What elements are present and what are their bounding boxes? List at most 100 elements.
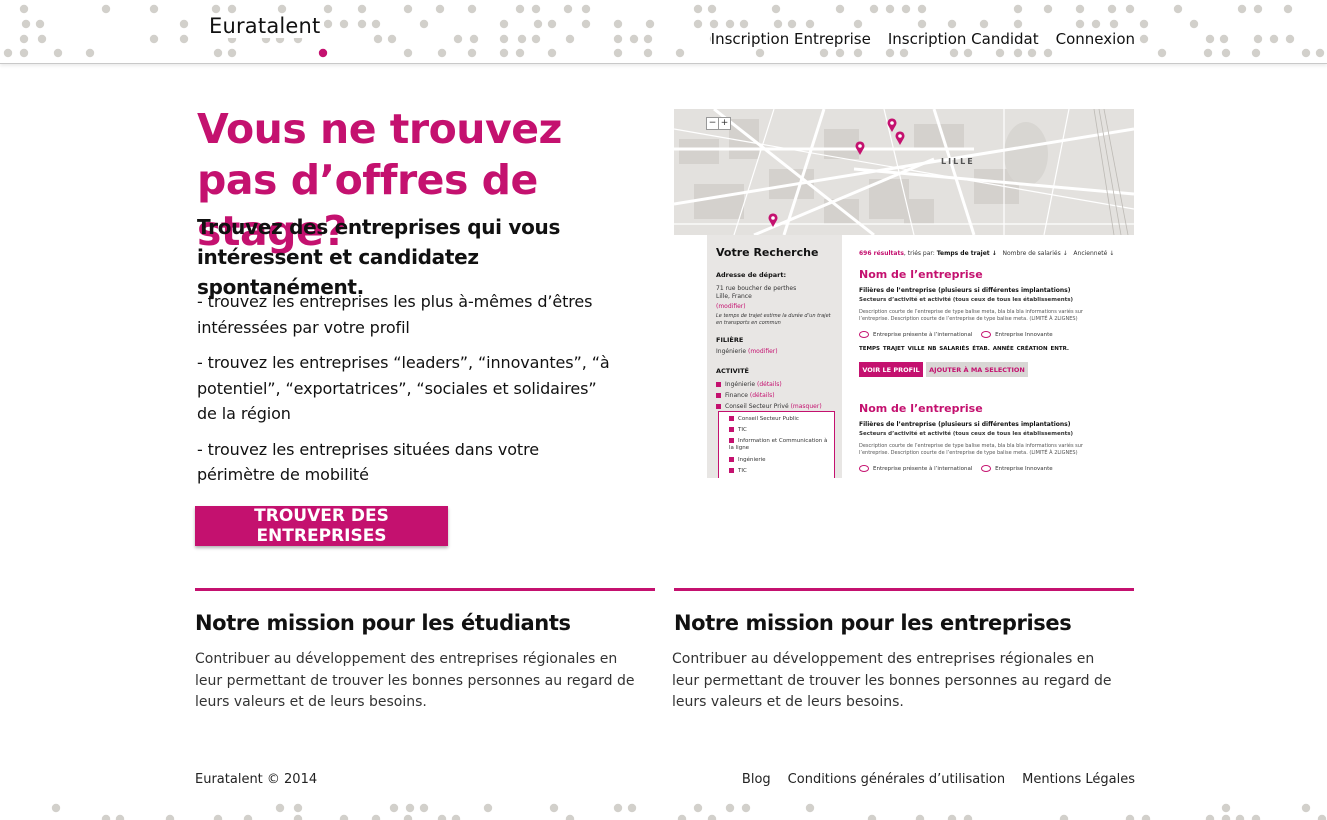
decorative-dot (1317, 814, 1327, 820)
decorative-dot (899, 48, 909, 58)
decorative-dot (1219, 34, 1229, 44)
label-circle-icon (981, 465, 992, 472)
checkbox-icon (729, 468, 734, 473)
decorative-dot (1125, 4, 1135, 14)
decorative-dot (211, 4, 221, 14)
decorative-dot (1235, 814, 1245, 820)
decorative-dot (357, 4, 367, 14)
decorative-dot (323, 19, 333, 29)
decorative-dot (1139, 34, 1149, 44)
company-description: Description courte de l’entreprise de ty… (859, 309, 1083, 322)
mission-text: Contribuer au développement des entrepri… (195, 651, 635, 710)
checkbox-icon (729, 438, 734, 443)
decorative-dot (35, 19, 45, 29)
decorative-dot (1141, 814, 1151, 820)
decorative-dot (37, 34, 47, 44)
decorative-dot (357, 19, 367, 29)
decorative-dot (419, 803, 429, 813)
decorative-dot (949, 48, 959, 58)
decorative-dot (565, 34, 575, 44)
activite-label: ACTIVITÉ (716, 367, 749, 375)
decorative-dot (613, 803, 623, 813)
sub-activity-item: Ingénierie (729, 457, 829, 464)
decorative-dot (677, 814, 687, 820)
footer-link-blog[interactable]: Blog (742, 772, 771, 787)
decorative-dot (1189, 19, 1199, 29)
decorative-dot (675, 48, 685, 58)
decorative-dot (771, 4, 781, 14)
checkbox-icon (729, 457, 734, 462)
decorative-dot (869, 4, 879, 14)
app-preview-image: − + LILLE Votre Recherche Adresse de dép… (674, 109, 1134, 478)
decorative-dot (1205, 814, 1215, 820)
mission-companies: Notre mission pour les entreprises Contr… (672, 588, 1134, 714)
decorative-dot (1221, 814, 1231, 820)
decorative-dot (643, 34, 653, 44)
checkbox-icon (716, 393, 721, 398)
decorative-dot (101, 4, 111, 14)
decorative-dot (165, 814, 175, 820)
decorative-dot (947, 19, 957, 29)
footer-link-cgu[interactable]: Conditions générales d’utilisation (788, 772, 1005, 787)
nav-inscription-entreprise[interactable]: Inscription Entreprise (711, 30, 871, 48)
decorative-dot (835, 48, 845, 58)
footer-nav: Blog Conditions générales d’utilisation … (742, 772, 1135, 787)
address-line: Lille, France (716, 293, 752, 300)
decorative-dot (149, 34, 159, 44)
decorative-dot (693, 4, 703, 14)
decorative-dot (805, 803, 815, 813)
mission-title: Notre mission pour les entreprises (674, 611, 1072, 635)
decorative-dot (1013, 4, 1023, 14)
decorative-dot (979, 19, 989, 29)
decorative-dot (101, 814, 111, 820)
sidebar-title: Votre Recherche (716, 246, 819, 259)
decorative-dot (483, 803, 493, 813)
decorative-dot (1283, 4, 1293, 14)
decorative-dot (613, 19, 623, 29)
footer-link-mentions[interactable]: Mentions Légales (1022, 772, 1135, 787)
decorative-dot (1315, 48, 1325, 58)
mission-students: Notre mission pour les étudiants Contrib… (195, 588, 655, 714)
decorative-dot (1107, 4, 1117, 14)
decorative-dot (707, 4, 717, 14)
decorative-dot (1301, 803, 1311, 813)
decorative-dot (613, 34, 623, 44)
add-selection-button: AJOUTER À MA SELECTION (926, 362, 1028, 377)
checkbox-icon (716, 404, 721, 409)
decorative-dot (613, 48, 623, 58)
sub-activity-item: TIC (729, 468, 829, 475)
decorative-dot (963, 48, 973, 58)
decorative-dot (853, 48, 863, 58)
activity-item: Ingénierie (détails) (716, 381, 836, 389)
decorative-dot (1251, 814, 1261, 820)
sub-activity-box: Conseil Secteur Public TIC Information e… (718, 411, 835, 478)
find-companies-button[interactable]: TROUVER DES ENTREPRISES (195, 506, 448, 546)
decorative-dot (963, 814, 973, 820)
decorative-dot (1203, 48, 1213, 58)
decorative-dot (547, 48, 557, 58)
decorative-dot (19, 4, 29, 14)
company-secteurs: Secteurs d’activité et activité (tous ce… (859, 297, 1074, 303)
mission-title: Notre mission pour les étudiants (195, 611, 571, 635)
decorative-dot (403, 48, 413, 58)
decorative-dot (1125, 814, 1135, 820)
decorative-dot (725, 803, 735, 813)
decorative-dot (517, 34, 527, 44)
decorative-dot (901, 4, 911, 14)
results-count: 696 résultats, triés par: Temps de traje… (859, 250, 1115, 257)
nav-connexion[interactable]: Connexion (1056, 30, 1135, 48)
brand-logo[interactable]: Euratalent (205, 14, 325, 38)
decorative-dot (709, 19, 719, 29)
decorative-dot (805, 19, 815, 29)
decorative-dot (1013, 48, 1023, 58)
decorative-dot (1043, 48, 1053, 58)
decorative-dot (149, 4, 159, 14)
decorative-dot (1075, 4, 1085, 14)
filiere-value: Ingénierie (modifier) (716, 348, 778, 355)
decorative-dot (371, 814, 381, 820)
decorative-dot (773, 19, 783, 29)
nav-inscription-candidat[interactable]: Inscription Candidat (888, 30, 1039, 48)
site-header: Euratalent Inscription Entreprise Inscri… (0, 0, 1327, 64)
decorative-dot (213, 814, 223, 820)
decorative-dot (515, 48, 525, 58)
